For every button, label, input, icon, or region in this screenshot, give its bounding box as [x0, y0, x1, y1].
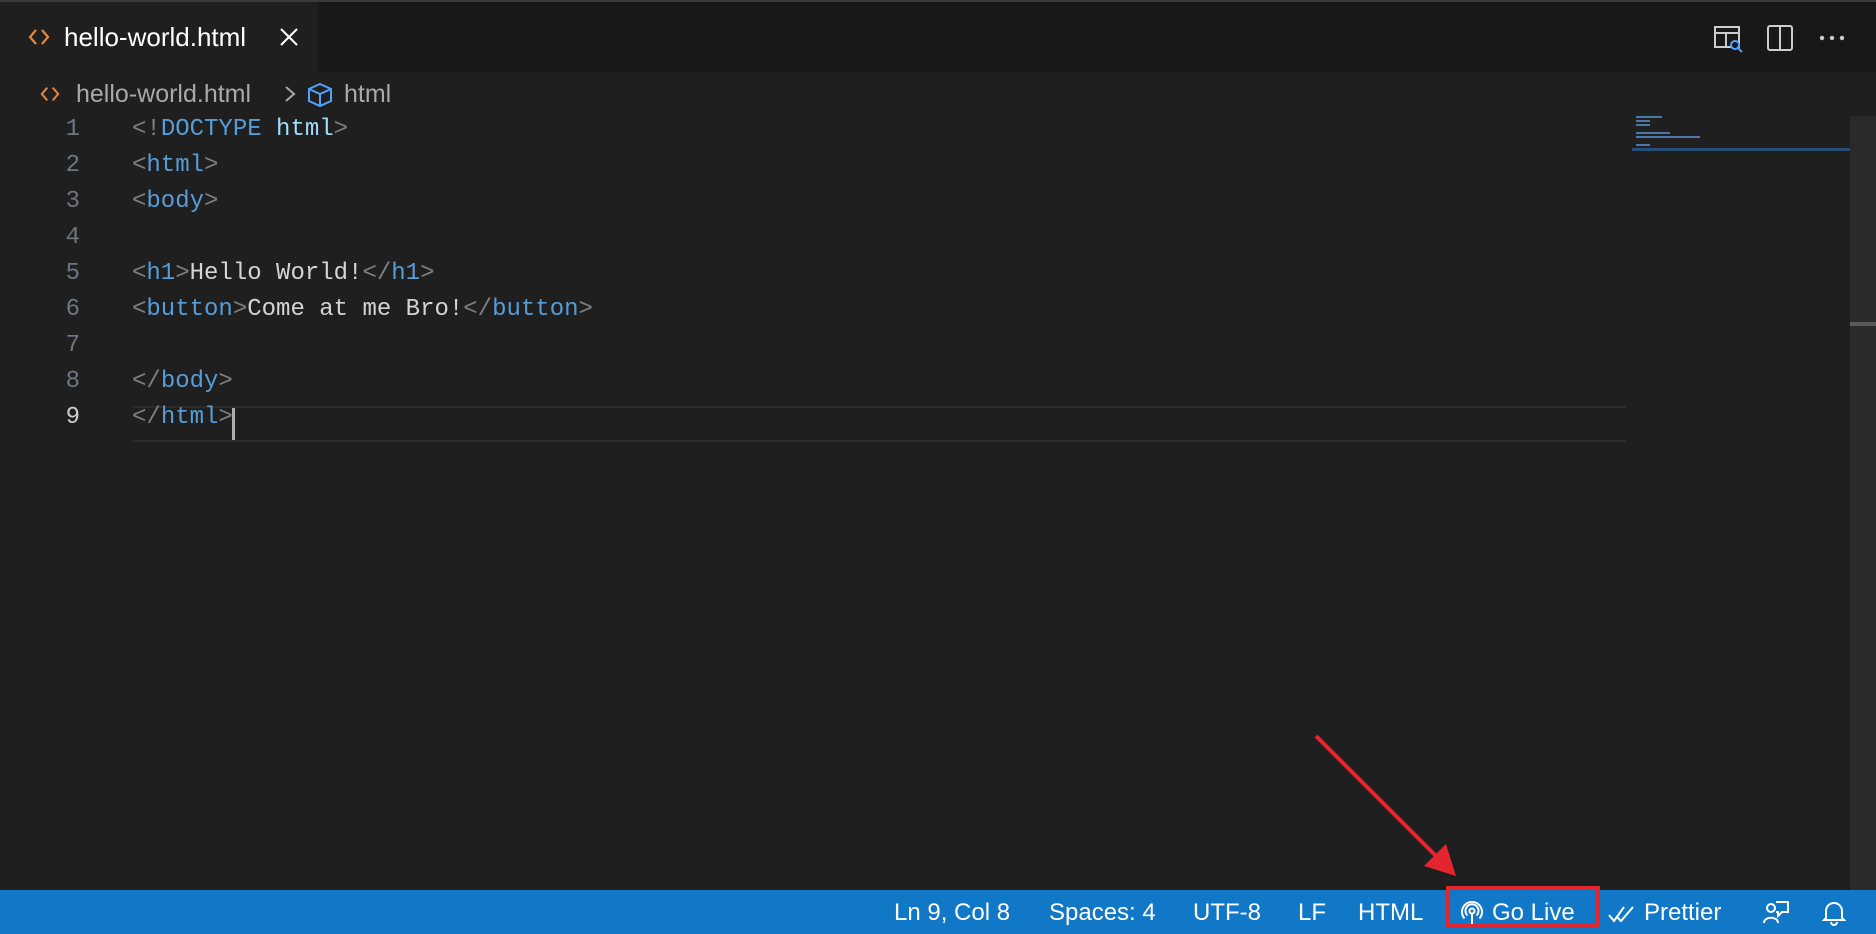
- code-line[interactable]: <html>: [132, 148, 218, 184]
- minimap-current-line: [1632, 148, 1852, 151]
- code-token: body: [160, 368, 219, 395]
- minimap[interactable]: [1632, 112, 1852, 172]
- code-token: </: [463, 296, 493, 323]
- code-token: body: [146, 188, 205, 215]
- minimap-line: [1636, 124, 1650, 126]
- code-token: button: [146, 296, 233, 323]
- text-cursor: [232, 408, 235, 440]
- code-token: </: [132, 368, 161, 395]
- line-number: 1: [65, 116, 80, 143]
- status-encoding[interactable]: UTF-8: [1193, 898, 1261, 928]
- code-token: >: [420, 260, 435, 287]
- vertical-scrollbar[interactable]: [1850, 116, 1876, 890]
- line-number: 5: [65, 260, 80, 287]
- code-token: h1: [146, 260, 176, 287]
- code-brackets-icon: [40, 86, 60, 102]
- code-line[interactable]: <!DOCTYPE html>: [132, 112, 348, 148]
- tab-title: hello-world.html: [64, 22, 247, 52]
- minimap-line: [1636, 120, 1650, 122]
- cube-icon: [308, 82, 332, 108]
- line-number: 6: [65, 296, 80, 323]
- line-number: 4: [65, 224, 80, 251]
- annotation-arrow-icon: [1314, 734, 1456, 876]
- code-token: <: [132, 188, 147, 215]
- code-token: Come at me Bro!: [247, 296, 464, 323]
- code-token: >: [204, 152, 219, 179]
- split-editor-icon[interactable]: [1764, 22, 1796, 54]
- prettier-label: Prettier: [1644, 899, 1722, 926]
- code-token: >: [578, 296, 593, 323]
- code-token: html: [146, 152, 205, 179]
- feedback-icon[interactable]: [1762, 898, 1790, 926]
- minimap-line: [1636, 132, 1670, 134]
- code-token: h1: [391, 260, 421, 287]
- code-token: >: [175, 260, 190, 287]
- code-token: <!: [132, 116, 161, 143]
- line-number: 9: [65, 404, 80, 431]
- breadcrumb-file[interactable]: hello-world.html: [76, 80, 251, 109]
- code-token: >: [333, 116, 349, 143]
- line-number: 8: [65, 368, 80, 395]
- code-token: <: [132, 296, 147, 323]
- code-line[interactable]: <button>Come at me Bro!</button>: [132, 292, 593, 328]
- line-number: 3: [65, 188, 80, 215]
- minimap-line: [1636, 116, 1662, 118]
- code-token: >: [204, 188, 219, 215]
- code-token: >: [218, 404, 233, 431]
- code-token: </: [132, 404, 161, 431]
- scrollbar-position-marker: [1850, 322, 1876, 326]
- code-token: <: [132, 260, 147, 287]
- code-brackets-icon: [28, 29, 50, 45]
- double-check-icon: [1608, 906, 1634, 923]
- chevron-right-icon: [285, 86, 296, 102]
- minimap-line: [1636, 136, 1700, 138]
- code-token: DOCTYPE: [160, 116, 262, 143]
- breadcrumb-symbol[interactable]: html: [344, 80, 391, 109]
- close-icon[interactable]: [278, 26, 300, 48]
- minimap-line: [1636, 144, 1650, 146]
- code-token: </: [362, 260, 392, 287]
- status-language[interactable]: HTML: [1358, 898, 1423, 928]
- line-number: 2: [65, 152, 80, 179]
- code-line[interactable]: <body>: [132, 184, 218, 220]
- current-line-highlight: [132, 406, 1626, 442]
- line-number: 7: [65, 332, 80, 359]
- code-token: html: [261, 116, 334, 143]
- more-actions-icon[interactable]: [1816, 22, 1848, 54]
- code-token: html: [160, 404, 219, 431]
- code-token: <: [132, 152, 147, 179]
- code-line[interactable]: </body>: [132, 364, 233, 400]
- status-cursor-position[interactable]: Ln 9, Col 8: [894, 898, 1010, 928]
- status-indentation[interactable]: Spaces: 4: [1049, 898, 1156, 928]
- open-preview-icon[interactable]: [1712, 22, 1744, 54]
- code-token: button: [492, 296, 579, 323]
- bell-icon[interactable]: [1820, 898, 1848, 926]
- code-token: >: [218, 368, 233, 395]
- status-eol[interactable]: LF: [1298, 898, 1326, 928]
- tab-bar: hello-world.html: [0, 2, 1876, 72]
- code-token: Hello World!: [189, 260, 363, 287]
- tab-hello-world[interactable]: hello-world.html: [0, 2, 318, 72]
- code-line[interactable]: <h1>Hello World!</h1>: [132, 256, 434, 292]
- code-token: >: [232, 296, 248, 323]
- code-line[interactable]: </html>: [132, 400, 233, 436]
